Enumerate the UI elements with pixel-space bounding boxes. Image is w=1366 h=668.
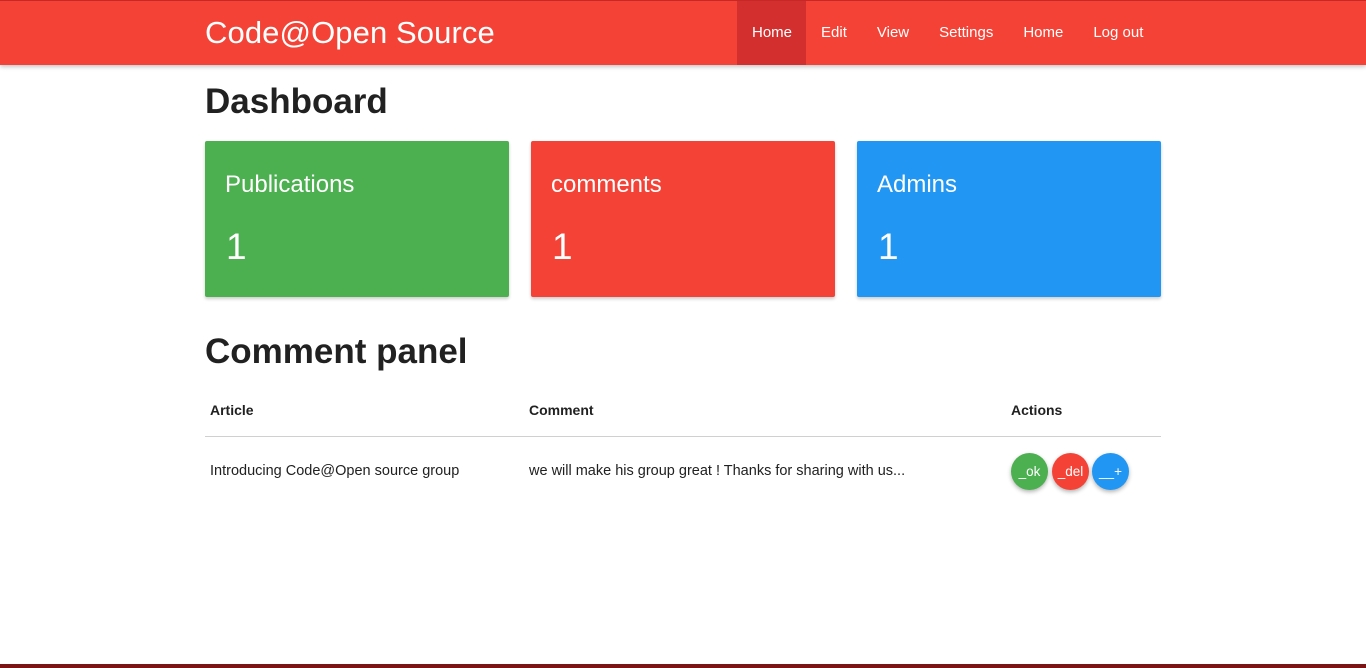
header-article: Article [210,402,254,418]
nav-link-edit[interactable]: Edit [806,1,862,65]
card-title: Admins [877,171,958,198]
card-title: comments [551,171,662,198]
table-row: Introducing Code@Open source group we wi… [205,437,1161,507]
row-article: Introducing Code@Open source group [210,463,460,479]
card-count: 1 [878,226,899,267]
card-title: Publications [225,171,355,198]
nav-link-view[interactable]: View [862,1,924,65]
add-button[interactable]: __+ [1092,453,1129,490]
nav-links: Home Edit View Settings Home Log out [737,1,1158,65]
header-actions: Actions [1011,402,1063,418]
admins-card: Admins 1 [857,141,1161,297]
bottom-edge-bar [0,664,1366,668]
dashboard-title: Dashboard [205,82,388,121]
comments-card: comments 1 [531,141,835,297]
brand-title[interactable]: Code@Open Source [205,15,495,51]
nav-link-home[interactable]: Home [737,1,807,65]
card-count: 1 [552,226,573,267]
header-comment: Comment [529,402,594,418]
nav-link-settings[interactable]: Settings [924,1,1008,65]
comment-panel-title: Comment panel [205,332,468,371]
table-header: Article Comment Actions [205,384,1161,437]
comments-table: Article Comment Actions Introducing Code… [205,384,1161,507]
card-count: 1 [226,226,247,267]
row-comment: we will make his group great ! Thanks fo… [529,463,906,479]
publications-card: Publications 1 [205,141,509,297]
nav-link-home-secondary[interactable]: Home [1008,1,1078,65]
delete-button[interactable]: _del [1052,453,1089,490]
nav-link-logout[interactable]: Log out [1078,1,1158,65]
approve-button[interactable]: _ok [1011,453,1048,490]
top-navbar: Code@Open Source Home Edit View Settings… [0,0,1366,65]
